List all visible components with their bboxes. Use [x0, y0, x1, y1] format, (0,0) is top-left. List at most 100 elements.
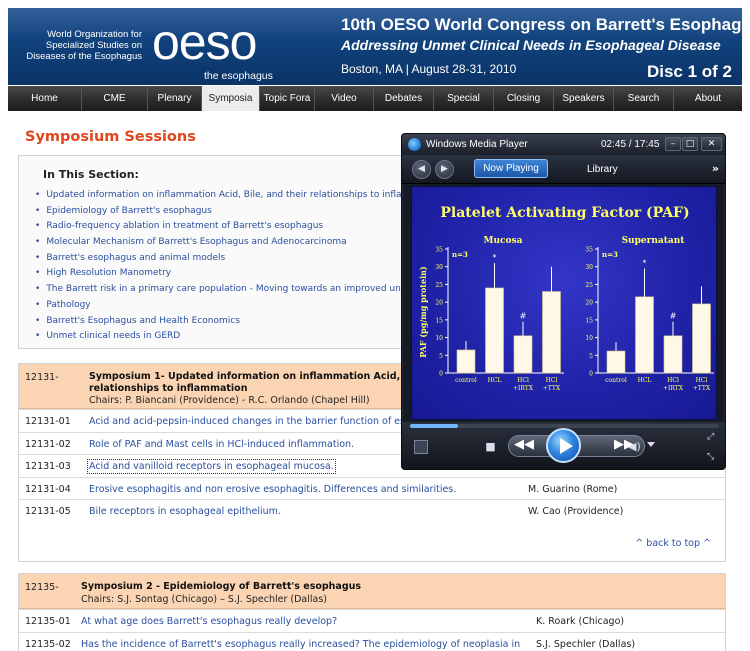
nav-home[interactable]: Home [8, 86, 82, 111]
playback-controls: ■ ◀◀ ▶▶ ◀) ⤢ ⤡ [402, 422, 725, 469]
y-tick-label: 35 [585, 247, 593, 254]
x-tick-label: +IRTX [513, 385, 534, 392]
nav-cme[interactable]: CME [82, 86, 148, 111]
compact-icon[interactable]: ⤡ [707, 452, 714, 462]
stop-icon[interactable]: ■ [484, 440, 497, 453]
talk-id: 12135-02 [25, 638, 71, 650]
back-to-top-link[interactable]: ^ back to top ^ [635, 538, 711, 549]
play-icon[interactable] [546, 428, 581, 463]
nav-search[interactable]: Search [614, 86, 674, 111]
bar [542, 291, 561, 374]
section-link[interactable]: Updated information on inflammation Acid… [35, 190, 410, 206]
nav-debates[interactable]: Debates [374, 86, 434, 111]
nav-closing[interactable]: Closing [494, 86, 554, 111]
x-tick-label: control [455, 377, 477, 384]
tab-library[interactable]: Library [587, 164, 618, 175]
talk-link[interactable]: Acid and vanilloid receptors in esophage… [87, 459, 336, 474]
nav-plenary[interactable]: Plenary [148, 86, 202, 111]
bar [606, 350, 626, 374]
slide-title: Platelet Activating Factor (PAF) [440, 205, 689, 221]
section-link[interactable]: Radio-frequency ablation in treatment of… [35, 221, 410, 237]
symposium-title-line1: Symposium 1- Updated information on infl… [89, 371, 424, 382]
talk-link[interactable]: Erosive esophagitis and non erosive esop… [89, 484, 456, 495]
back-icon[interactable]: ◀ [412, 160, 431, 179]
nav-video[interactable]: Video [315, 86, 374, 111]
symposium-id: 12131- [25, 372, 59, 383]
talk-id: 12131-04 [25, 483, 71, 495]
significance-mark: * [493, 253, 497, 262]
table-row: 12131-05 Bile receptors in esophageal ep… [19, 499, 725, 522]
x-tick-label: HCl [667, 377, 679, 384]
bar [456, 349, 476, 374]
section-link[interactable]: Epidemiology of Barrett's esophagus [35, 206, 410, 222]
section-link[interactable]: Unmet clinical needs in GERD [35, 331, 410, 347]
y-tick-label: 0 [589, 371, 593, 378]
x-tick-label: HCl [546, 377, 558, 384]
symposium-chairs: Chairs: S.J. Sontag (Chicago) – S.J. Spe… [81, 594, 327, 605]
media-player-window[interactable]: Windows Media Player 02:45 / 17:45 – □ ✕… [401, 133, 726, 470]
volume-dropdown-icon[interactable] [647, 442, 655, 447]
annotation-n: n=3 [452, 250, 468, 259]
symposium-2-table: 12135- Symposium 2 - Epidemiology of Bar… [18, 573, 726, 651]
volume-icon[interactable]: ◀) [628, 440, 641, 453]
talk-link[interactable]: Has the incidence of Barrett's esophagus… [81, 639, 520, 650]
table-row: 12131-04 Erosive esophagitis and non ero… [19, 476, 725, 500]
section-link[interactable]: Barrett's esophagus and animal models [35, 253, 410, 269]
oeso-logo[interactable]: oeso [152, 14, 257, 70]
panel-title: Supernatant [622, 236, 686, 246]
nav-about[interactable]: About [674, 86, 742, 111]
nav-speakers[interactable]: Speakers [554, 86, 614, 111]
previous-icon[interactable]: ◀◀ [514, 437, 534, 452]
talk-link[interactable]: Bile receptors in esophageal epithelium. [89, 506, 281, 517]
symposium-id: 12135- [25, 582, 59, 593]
x-tick-label: +TTX [543, 385, 561, 392]
section-link[interactable]: High Resolution Manometry [35, 268, 410, 284]
media-player-titlebar[interactable]: Windows Media Player 02:45 / 17:45 – □ ✕ [402, 134, 725, 155]
nav-symposia[interactable]: Symposia [202, 86, 260, 111]
section-link-list: Updated information on inflammation Acid… [35, 190, 410, 347]
congress-place-date: Boston, MA | August 28-31, 2010 [341, 62, 517, 76]
talk-id: 12131-01 [25, 416, 71, 427]
nav-topic-fora[interactable]: Topic Fora [260, 86, 315, 111]
y-tick-label: 0 [439, 371, 443, 378]
expand-icon[interactable]: ⤢ [707, 432, 714, 442]
forward-icon[interactable]: ▶ [435, 160, 454, 179]
congress-subtitle: Addressing Unmet Clinical Needs in Esoph… [341, 37, 721, 53]
section-link[interactable]: Molecular Mechanism of Barrett's Esophag… [35, 237, 410, 253]
x-tick-label: HCL [638, 377, 652, 384]
section-link[interactable]: Pathology [35, 300, 410, 316]
y-axis-label: PAF (pg/mg protein) [418, 266, 428, 358]
panel-title: Mucosa [484, 236, 523, 246]
more-icon[interactable]: » [712, 162, 719, 175]
logo-subtitle: the esophagus [204, 70, 273, 82]
y-tick-label: 30 [585, 264, 593, 271]
bar [663, 335, 683, 374]
annotation-n: n=3 [602, 250, 618, 259]
maximize-icon[interactable]: □ [682, 137, 698, 151]
talk-link[interactable]: At what age does Barrett's esophagus rea… [81, 616, 337, 627]
page-title: Symposium Sessions [25, 129, 196, 145]
minimize-icon[interactable]: – [665, 137, 681, 151]
video-frame: Platelet Activating Factor (PAF) PAF (pg… [411, 186, 717, 420]
symposium-chairs: Chairs: P. Biancani (Providence) - R.C. … [89, 395, 370, 406]
symposium-title-line2: relationships to inflammation [89, 383, 248, 394]
section-link[interactable]: Barrett's Esophagus and Health Economics [35, 316, 410, 332]
talk-link[interactable]: Acid and acid-pepsin-induced changes in … [89, 416, 429, 427]
close-icon[interactable]: ✕ [701, 137, 722, 151]
section-link[interactable]: The Barrett risk in a primary care popul… [35, 284, 410, 300]
wmp-logo-icon [408, 138, 421, 151]
talk-link[interactable]: Role of PAF and Mast cells in HCl-induce… [89, 439, 354, 450]
significance-mark: # [670, 312, 677, 321]
y-tick-label: 10 [435, 335, 443, 342]
tab-now-playing[interactable]: Now Playing [474, 159, 548, 178]
talk-speaker: W. Cao (Providence) [528, 506, 624, 517]
y-tick-label: 20 [435, 300, 443, 307]
switch-view-icon[interactable] [414, 440, 428, 454]
nav-special[interactable]: Special [434, 86, 494, 111]
bar [485, 287, 504, 374]
x-tick-label: HCL [488, 377, 502, 384]
symposium-2-header: 12135- Symposium 2 - Epidemiology of Bar… [19, 574, 725, 609]
talk-speaker: S.J. Spechler (Dallas) [536, 638, 636, 650]
bar [513, 335, 533, 374]
organization-name: World Organization for Specialized Studi… [26, 29, 142, 62]
